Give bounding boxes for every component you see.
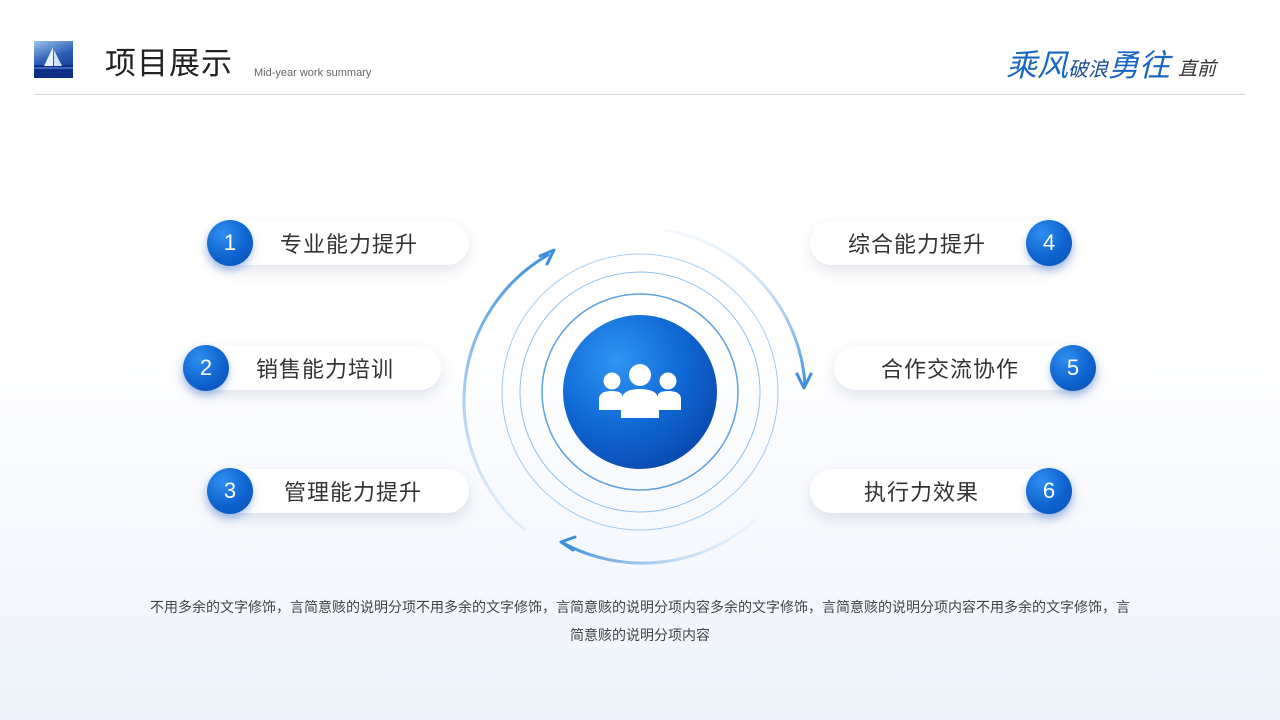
item-number-5: 5 [1050,345,1096,391]
slogan-part-4: 直前 [1178,58,1217,80]
item-label-2: 销售能力培训 [256,358,395,383]
item-number-6: 6 [1026,468,1072,514]
center-graphic [462,228,813,565]
slogan-part-3: 勇往 [1108,48,1170,84]
item-label-4: 综合能力提升 [848,233,987,258]
item-number-2: 2 [183,345,229,391]
description-text: 不用多余的文字修饰，言简意赅的说明分项不用多余的文字修饰，言简意赅的说明分项内容… [150,600,1130,644]
item-number-4: 4 [1026,220,1072,266]
item-label-3: 管理能力提升 [284,481,423,506]
arrow-arc-bottom [561,518,757,565]
item-label-5: 合作交流协作 [881,358,1020,383]
slogan-part-1: 乘风 [1006,48,1068,84]
item-label-1: 专业能力提升 [280,233,419,258]
page-title: 项目展示 [105,46,233,82]
item-number-1: 1 [207,220,253,266]
slogan: 乘风 破浪 勇往 直前 [1006,44,1216,84]
slogan-part-2: 破浪 [1068,57,1108,81]
logo-image [34,41,73,78]
item-number-3: 3 [207,468,253,514]
header-divider [34,94,1245,95]
arrow-arc-left [462,253,550,532]
item-label-6: 执行力效果 [864,481,980,506]
page-subtitle: Mid-year work summary [254,67,372,79]
